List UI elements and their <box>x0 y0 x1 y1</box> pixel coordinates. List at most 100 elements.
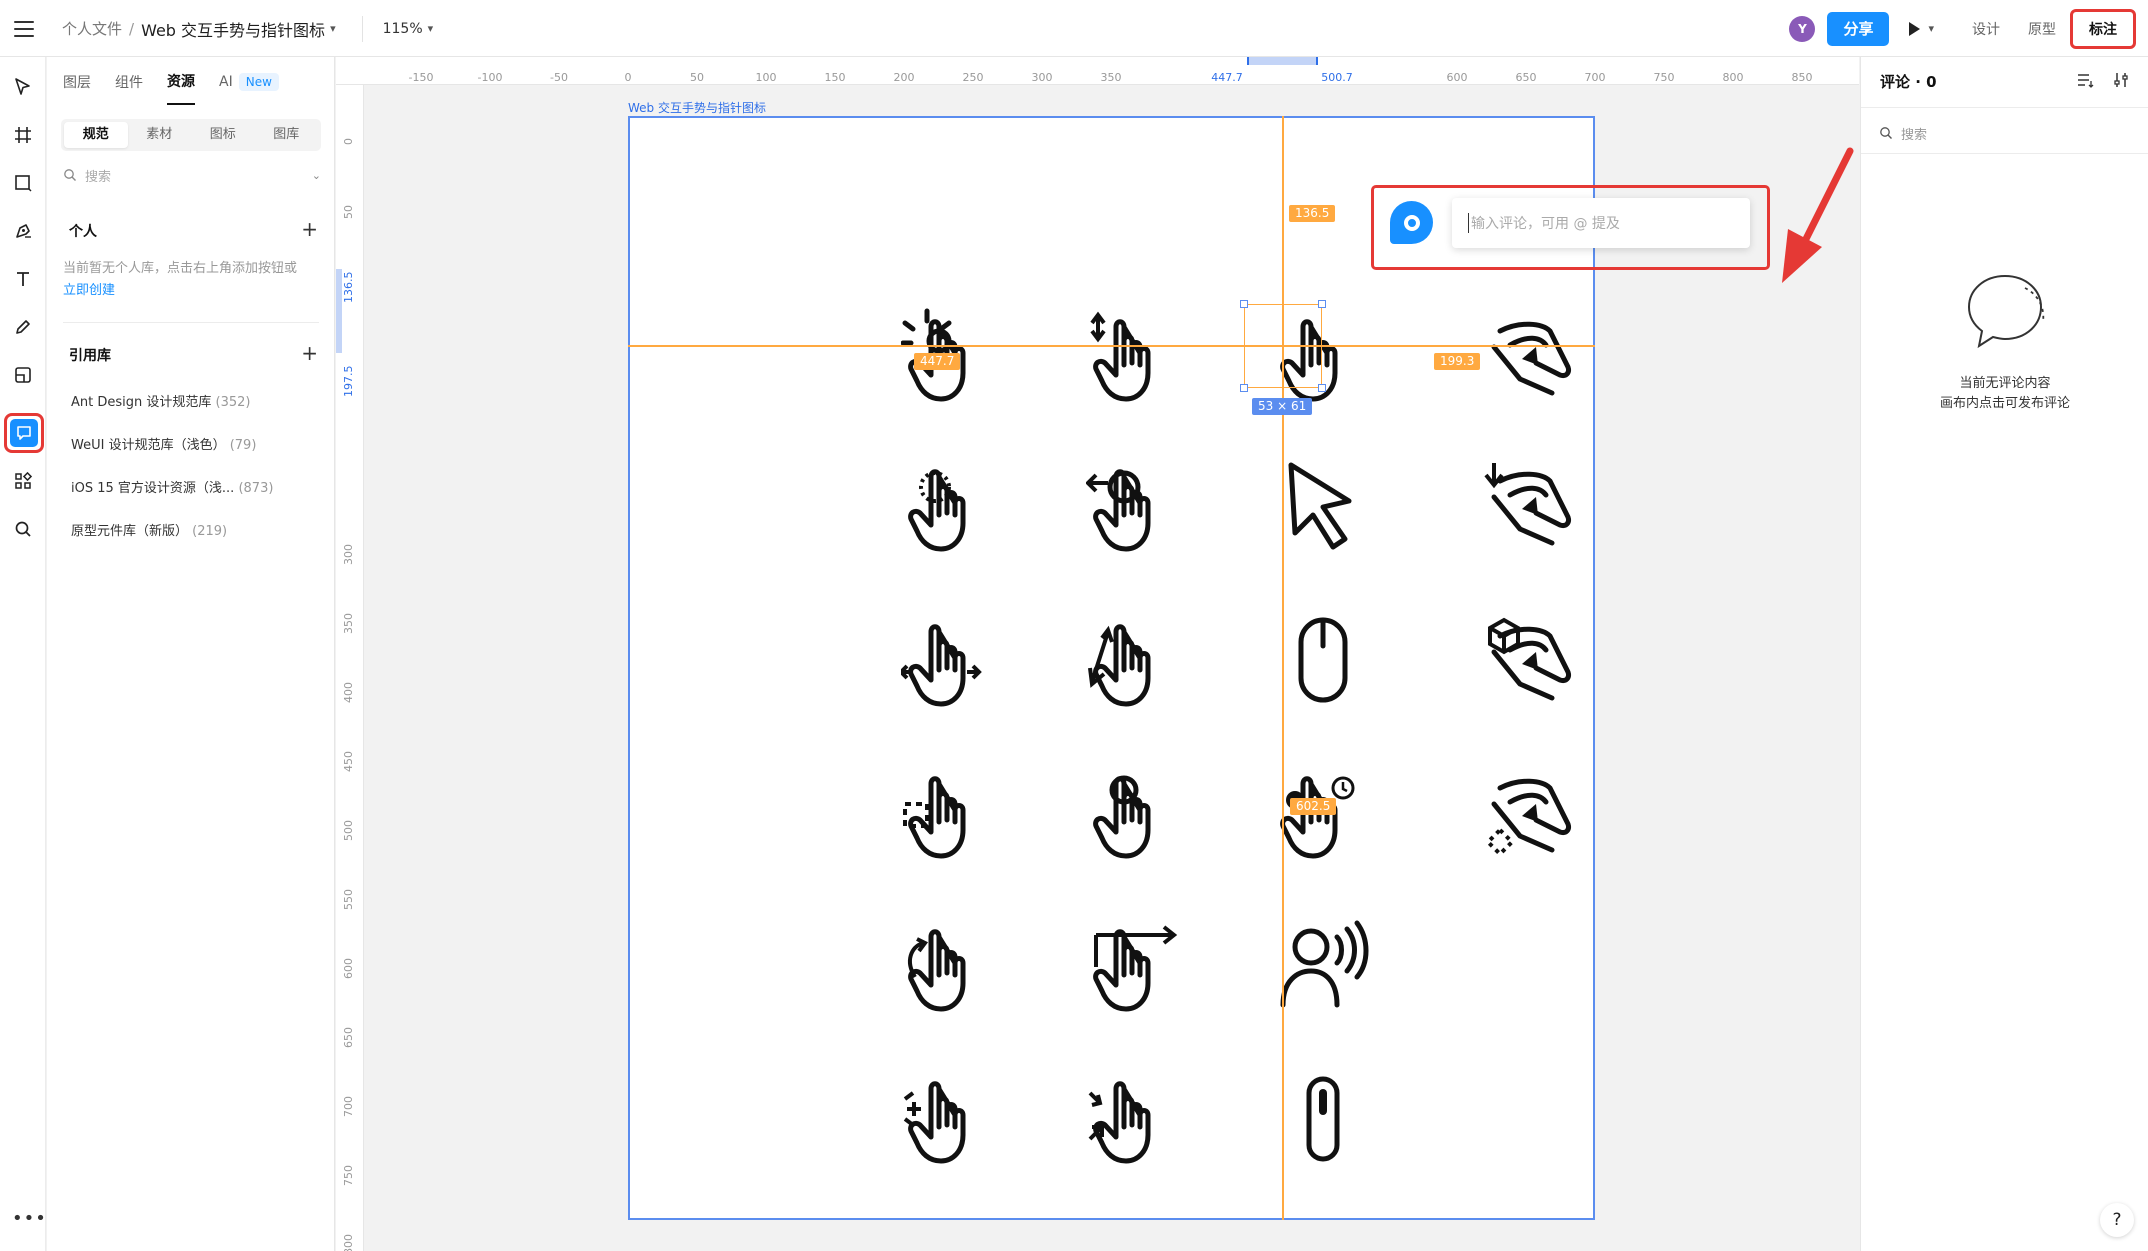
horizontal-pan-hand-icon[interactable] <box>898 612 1001 712</box>
ruler-tick: 300 <box>1031 71 1053 84</box>
top-bar-left: 个人文件 / Web 交互手势与指针图标 ▾ 115% ▾ <box>14 0 433 57</box>
ruler-tick: 200 <box>893 71 915 84</box>
breadcrumb-separator: / <box>129 19 135 38</box>
sort-list-icon[interactable] <box>2076 71 2094 89</box>
chevron-down-icon[interactable]: ⌄ <box>312 169 321 182</box>
more-icon[interactable]: ••• <box>12 1208 47 1229</box>
diagonal-drag-gesture-icon[interactable] <box>1086 612 1186 712</box>
add-personal-icon[interactable]: + <box>301 219 318 239</box>
subtab-material[interactable]: 素材 <box>128 122 192 148</box>
main-menu-icon[interactable] <box>14 20 34 37</box>
ruler-highlight <box>1247 57 1318 65</box>
swipe-left-gesture-icon[interactable] <box>1085 457 1186 557</box>
frame-tool-icon[interactable] <box>7 119 39 151</box>
ruler-tick: 100 <box>755 71 777 84</box>
create-library-link[interactable]: 立即创建 <box>63 283 115 298</box>
comments-search-input[interactable]: 搜索 <box>1879 117 1927 149</box>
tab-layers[interactable]: 图层 <box>63 72 91 104</box>
library-item[interactable]: WeUI 设计规范库（浅色） (79) <box>71 434 256 453</box>
comment-input[interactable]: 输入评论，可用 @ 提及 <box>1452 198 1750 248</box>
plugins-icon[interactable] <box>7 465 39 497</box>
chevron-down-icon[interactable]: ▾ <box>1928 22 1934 35</box>
mouse-icon[interactable] <box>1273 612 1373 712</box>
ruler-tick: -100 <box>477 71 503 84</box>
mode-design[interactable]: 设计 <box>1958 19 2014 39</box>
subtab-gallery[interactable]: 图库 <box>255 122 319 148</box>
comment-pin-icon[interactable] <box>1390 201 1433 244</box>
tab-components[interactable]: 组件 <box>115 72 143 104</box>
asset-search-input[interactable]: 搜索 ⌄ <box>63 161 321 189</box>
scroll-mouse-icon[interactable] <box>1273 1069 1373 1169</box>
zoom-in-gesture-icon[interactable] <box>1086 1069 1186 1169</box>
zoom-level[interactable]: 115% <box>383 21 423 37</box>
pencil-tool-icon[interactable] <box>7 311 39 343</box>
zoom-chevron-down-icon[interactable]: ▾ <box>428 22 434 35</box>
breadcrumb-parent[interactable]: 个人文件 <box>62 18 122 39</box>
help-button[interactable]: ? <box>2100 1203 2134 1237</box>
ruler-tick: 350 <box>1100 71 1122 84</box>
ruler-tick: 50 <box>690 71 704 84</box>
resize-handle[interactable] <box>1318 384 1326 392</box>
component-tool-icon[interactable] <box>7 359 39 391</box>
vertical-drag-gesture-icon[interactable] <box>1086 307 1186 407</box>
library-item[interactable]: Ant Design 设计规范库 (352) <box>71 391 251 410</box>
ruler-tick: 0 <box>624 71 632 84</box>
pinch-down-hand-icon[interactable] <box>1480 457 1580 557</box>
resize-handle[interactable] <box>1318 300 1326 308</box>
tab-assets[interactable]: 资源 <box>167 71 195 105</box>
comment-tool-icon[interactable] <box>4 413 44 453</box>
asset-search-placeholder: 搜索 <box>85 169 112 185</box>
comments-empty-line1: 当前无评论内容 <box>1959 376 2051 391</box>
ruler-tick: 50 <box>342 205 355 219</box>
mode-annotate[interactable]: 标注 <box>2070 8 2136 49</box>
preview-button[interactable]: ▾ <box>1909 21 1934 36</box>
avatar[interactable]: Y <box>1789 15 1816 42</box>
chevron-down-icon[interactable]: ▾ <box>330 22 336 35</box>
subtab-icons[interactable]: 图标 <box>191 122 255 148</box>
filter-settings-icon[interactable] <box>2112 71 2130 89</box>
double-tap-gesture-icon[interactable] <box>901 457 1001 557</box>
move-tool-icon[interactable] <box>7 71 39 103</box>
ruler-tick: 600 <box>1446 71 1468 84</box>
mode-prototype[interactable]: 原型 <box>2014 19 2070 39</box>
swipe-right-gesture-icon[interactable] <box>1086 917 1186 1017</box>
rotate-gesture-icon[interactable] <box>901 917 1001 1017</box>
app-root: 个人文件 / Web 交互手势与指针图标 ▾ 115% ▾ Y 分享 ▾ 设计 … <box>0 0 2148 1251</box>
cube-pinch-icon[interactable] <box>1480 612 1580 712</box>
resize-handle[interactable] <box>1240 300 1248 308</box>
press-gesture-icon[interactable] <box>1086 764 1186 864</box>
spread-dots-pinch-icon[interactable] <box>1480 764 1580 864</box>
measure-left-label: 447.7 <box>914 353 961 370</box>
library-count: (873) <box>238 481 274 496</box>
file-name[interactable]: Web 交互手势与指针图标 <box>141 17 325 41</box>
voice-user-icon[interactable] <box>1273 917 1373 1017</box>
ruler-tick: 250 <box>962 71 984 84</box>
zoom-out-gesture-icon[interactable] <box>901 1069 1001 1169</box>
library-name: 原型元件库（新版） <box>71 524 189 539</box>
canvas[interactable]: -150 -100 -50 0 50 100 150 200 250 300 3… <box>336 57 1859 1251</box>
resize-handle[interactable] <box>1240 384 1248 392</box>
comments-panel: 评论 · 0 搜索 当前无评论内容 画布内点击可发布评论 ? <box>1860 57 2148 1251</box>
pinch-hand-icon[interactable] <box>1480 307 1580 407</box>
library-item[interactable]: iOS 15 官方设计资源（浅... (873) <box>71 477 273 496</box>
search-icon[interactable] <box>7 513 39 545</box>
library-item[interactable]: 原型元件库（新版） (219) <box>71 520 227 539</box>
vertical-guide <box>1282 116 1284 1220</box>
text-tool-icon[interactable] <box>7 263 39 295</box>
subtab-spec[interactable]: 规范 <box>64 122 128 148</box>
selection-box[interactable] <box>1244 304 1322 388</box>
tab-ai[interactable]: AI New <box>219 73 279 102</box>
ruler-tick-highlight: 197.5 <box>342 365 355 398</box>
text-caret <box>1468 213 1469 233</box>
arrow-cursor-icon[interactable] <box>1273 457 1373 557</box>
play-icon <box>1909 21 1921 36</box>
shape-tool-icon[interactable] <box>7 167 39 199</box>
measure-right-label: 199.3 <box>1434 353 1481 370</box>
frame-title[interactable]: Web 交互手势与指针图标 <box>628 99 766 116</box>
comment-popup: 输入评论，可用 @ 提及 <box>1371 185 1770 270</box>
ruler-tick: 700 <box>342 1096 355 1117</box>
pen-tool-icon[interactable] <box>7 215 39 247</box>
add-library-icon[interactable]: + <box>301 343 318 363</box>
share-button[interactable]: 分享 <box>1827 11 1890 46</box>
select-area-gesture-icon[interactable] <box>901 764 1001 864</box>
